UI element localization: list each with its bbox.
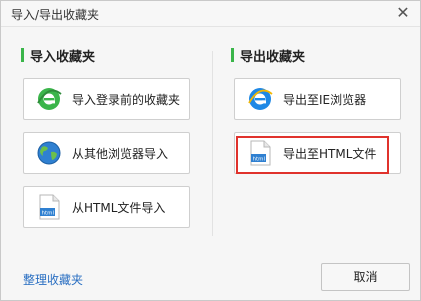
green-ie-icon	[37, 88, 62, 110]
button-label: 从其他浏览器导入	[72, 146, 169, 161]
svg-text:html: html	[42, 211, 55, 217]
section-accent-bar	[21, 48, 24, 62]
html-file-icon: html	[250, 140, 271, 166]
import-login-favorites-button[interactable]: 导入登录前的收藏夹	[23, 78, 190, 120]
button-label: 导入登录前的收藏夹	[72, 92, 181, 107]
import-section-header: 导入收藏夹	[21, 47, 96, 65]
import-export-dialog: 导入/导出收藏夹 ✕ 导入收藏夹 导出收藏夹 导入登录前的收藏夹 从其他浏览器导…	[0, 0, 421, 301]
close-icon[interactable]: ✕	[394, 4, 412, 22]
export-section-title: 导出收藏夹	[240, 49, 306, 65]
import-from-html-button[interactable]: html 从HTML文件导入	[23, 186, 190, 228]
title-bar: 导入/导出收藏夹 ✕	[1, 1, 420, 27]
import-section-title: 导入收藏夹	[30, 49, 96, 65]
svg-text:html: html	[253, 157, 266, 163]
cancel-button[interactable]: 取消	[321, 263, 410, 291]
button-label: 导出至IE浏览器	[283, 92, 367, 107]
export-to-ie-button[interactable]: 导出至IE浏览器	[234, 78, 401, 120]
ie-icon	[248, 88, 273, 110]
section-accent-bar	[231, 48, 234, 62]
export-section-header: 导出收藏夹	[231, 47, 306, 65]
import-from-other-browser-button[interactable]: 从其他浏览器导入	[23, 132, 190, 174]
manage-favorites-link[interactable]: 整理收藏夹	[23, 271, 83, 288]
dialog-title: 导入/导出收藏夹	[11, 8, 100, 22]
html-file-icon: html	[39, 194, 60, 220]
export-to-html-button[interactable]: html 导出至HTML文件	[234, 132, 401, 174]
section-divider	[212, 51, 213, 236]
globe-icon	[37, 141, 61, 165]
button-label: 从HTML文件导入	[72, 200, 166, 215]
button-label: 导出至HTML文件	[283, 146, 377, 161]
